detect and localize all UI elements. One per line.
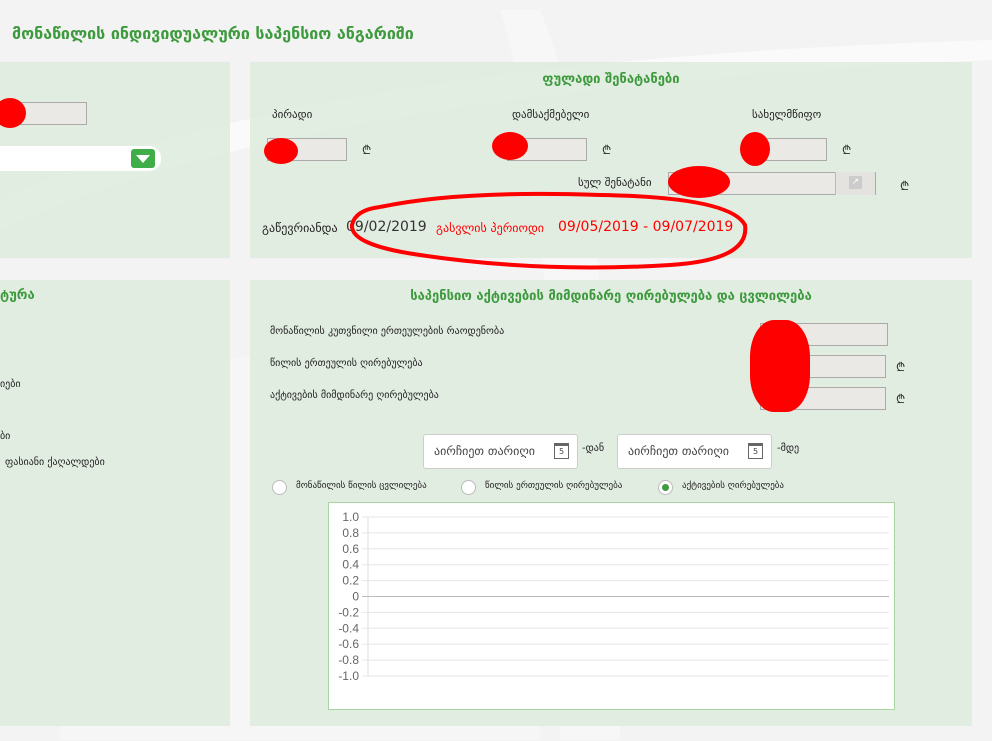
current-value-label: აქტივების მიმდინარე ღირებულება <box>270 390 439 401</box>
to-suffix: -მდე <box>777 443 800 454</box>
units-label: მონაწილის კუთვნილი ერთეულების რაოდენობა <box>270 326 505 337</box>
lari-icon: ₾ <box>896 360 906 374</box>
redaction <box>740 132 770 166</box>
lari-icon: ₾ <box>842 143 852 157</box>
y-tick-label: 0.4 <box>342 558 359 572</box>
left-bottom-panel: ტურა იები ბი ფასიანი ქაღალდები <box>0 280 230 726</box>
employer-label: დამსაქმებელი <box>512 108 590 121</box>
from-suffix: -დან <box>582 443 605 454</box>
left-list-item[interactable]: ბი <box>0 431 10 442</box>
chart-container: 1.0 0.8 0.6 0.4 0.2 0 -0.2 -0.4 -0.6 -0.8 -1.0 <box>328 502 895 710</box>
annotation-circle <box>350 191 748 270</box>
left-list-item[interactable]: იები <box>0 379 21 390</box>
y-tick-label: -0.6 <box>338 637 359 651</box>
left-panel-title: ტურა <box>0 288 35 303</box>
registered-label: გაწევრიანდა <box>262 221 338 235</box>
y-tick-label: 0 <box>352 590 359 604</box>
lari-icon: ₾ <box>900 179 910 193</box>
left-top-panel <box>0 62 230 258</box>
personal-label: პირადი <box>272 108 313 121</box>
radio-share-change[interactable] <box>272 480 287 495</box>
radio-label[interactable]: მონაწილის წილის ცვლილება <box>296 481 427 491</box>
state-label: სახელმწიფო <box>752 108 822 121</box>
y-tick-label: -0.8 <box>338 653 359 667</box>
left-list-item[interactable]: ფასიანი ქაღალდები <box>5 457 105 468</box>
y-tick-label: 0.2 <box>342 574 359 588</box>
radio-unit-value[interactable] <box>461 480 476 495</box>
y-tick-label: -1.0 <box>338 669 359 683</box>
expand-icon[interactable]: ↗ <box>835 172 875 195</box>
y-tick-label: 0.6 <box>342 542 359 556</box>
radio-assets-value[interactable] <box>658 480 673 495</box>
unit-value-label: წილის ერთეულის ღირებულება <box>270 358 423 369</box>
lari-icon: ₾ <box>602 143 612 157</box>
contributions-title: ფულადი შენატანები <box>542 72 680 87</box>
y-tick-label: 0.8 <box>342 526 359 540</box>
radio-label[interactable]: წილის ერთეულის ღირებულება <box>485 481 622 491</box>
radio-label[interactable]: აქტივების ღირებულება <box>682 481 784 491</box>
chart: 1.0 0.8 0.6 0.4 0.2 0-0.2 -0.4 -0.6 -0.8 -1.0 <box>338 510 889 683</box>
y-tick-label: 1.0 <box>342 510 359 524</box>
calendar-icon[interactable]: 5 <box>748 443 763 459</box>
y-tick-label: -0.2 <box>338 605 359 619</box>
chevron-down-icon[interactable] <box>131 149 155 168</box>
date-from-input[interactable]: აირჩიეთ თარიღი 5 <box>423 434 578 469</box>
date-to-input[interactable]: აირჩიეთ თარიღი 5 <box>617 434 772 469</box>
lari-icon: ₾ <box>362 143 372 157</box>
page-title: მონაწილის ინდივიდუალური საპენსიო ანგარიშ… <box>12 24 414 43</box>
redaction <box>750 320 810 412</box>
y-tick-label: -0.4 <box>338 621 359 635</box>
lari-icon: ₾ <box>896 392 906 406</box>
select-dropdown[interactable] <box>0 146 161 171</box>
assets-title: საპენსიო აქტივების მიმდინარე ღირებულება … <box>410 289 812 304</box>
redaction <box>492 132 528 160</box>
calendar-icon[interactable]: 5 <box>554 443 569 459</box>
redaction <box>264 138 298 164</box>
